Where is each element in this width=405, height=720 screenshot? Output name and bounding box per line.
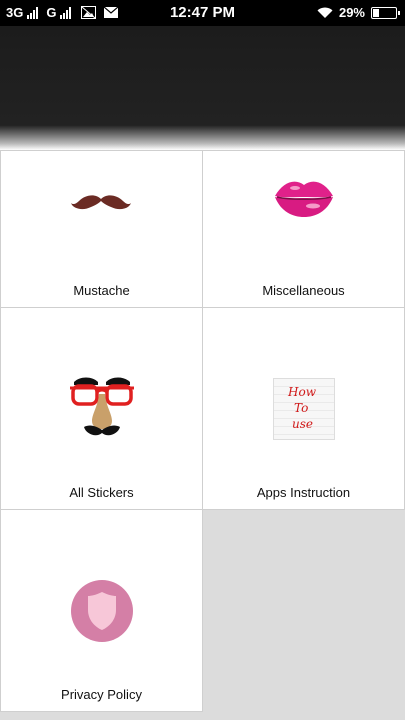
menu-item-label: Mustache: [73, 283, 130, 298]
menu-item-all-stickers[interactable]: All Stickers: [0, 307, 203, 510]
lips-icon: [273, 176, 335, 218]
mustache-icon: [71, 191, 131, 213]
glasses-nose-disguise-icon: [70, 374, 134, 440]
status-bar: 3G G 12:47 PM 29%: [0, 0, 405, 26]
note-text-to: To: [294, 401, 309, 415]
how-to-use-note-icon: How To use: [273, 378, 335, 440]
battery-percent: 29%: [338, 5, 365, 20]
menu-item-label: Apps Instruction: [256, 485, 351, 500]
menu-item-apps-instruction[interactable]: How To use Apps Instruction: [202, 307, 405, 510]
status-right: 29%: [317, 5, 400, 20]
menu-item-privacy-policy[interactable]: Privacy Policy: [0, 509, 203, 712]
wifi-icon: [317, 7, 333, 19]
empty-grid-cell: [203, 510, 405, 720]
menu-item-miscellaneous[interactable]: Miscellaneous: [202, 150, 405, 308]
menu-item-label: Miscellaneous: [262, 283, 345, 298]
menu-item-label: Privacy Policy: [61, 687, 142, 702]
shield-icon: [71, 580, 133, 642]
header-banner: [0, 26, 405, 150]
menu-item-mustache[interactable]: Mustache: [0, 150, 203, 308]
menu-item-label: All Stickers: [69, 485, 134, 500]
note-text-how: How: [288, 385, 316, 399]
battery-icon: [371, 6, 400, 19]
note-text-use: use: [292, 417, 313, 431]
